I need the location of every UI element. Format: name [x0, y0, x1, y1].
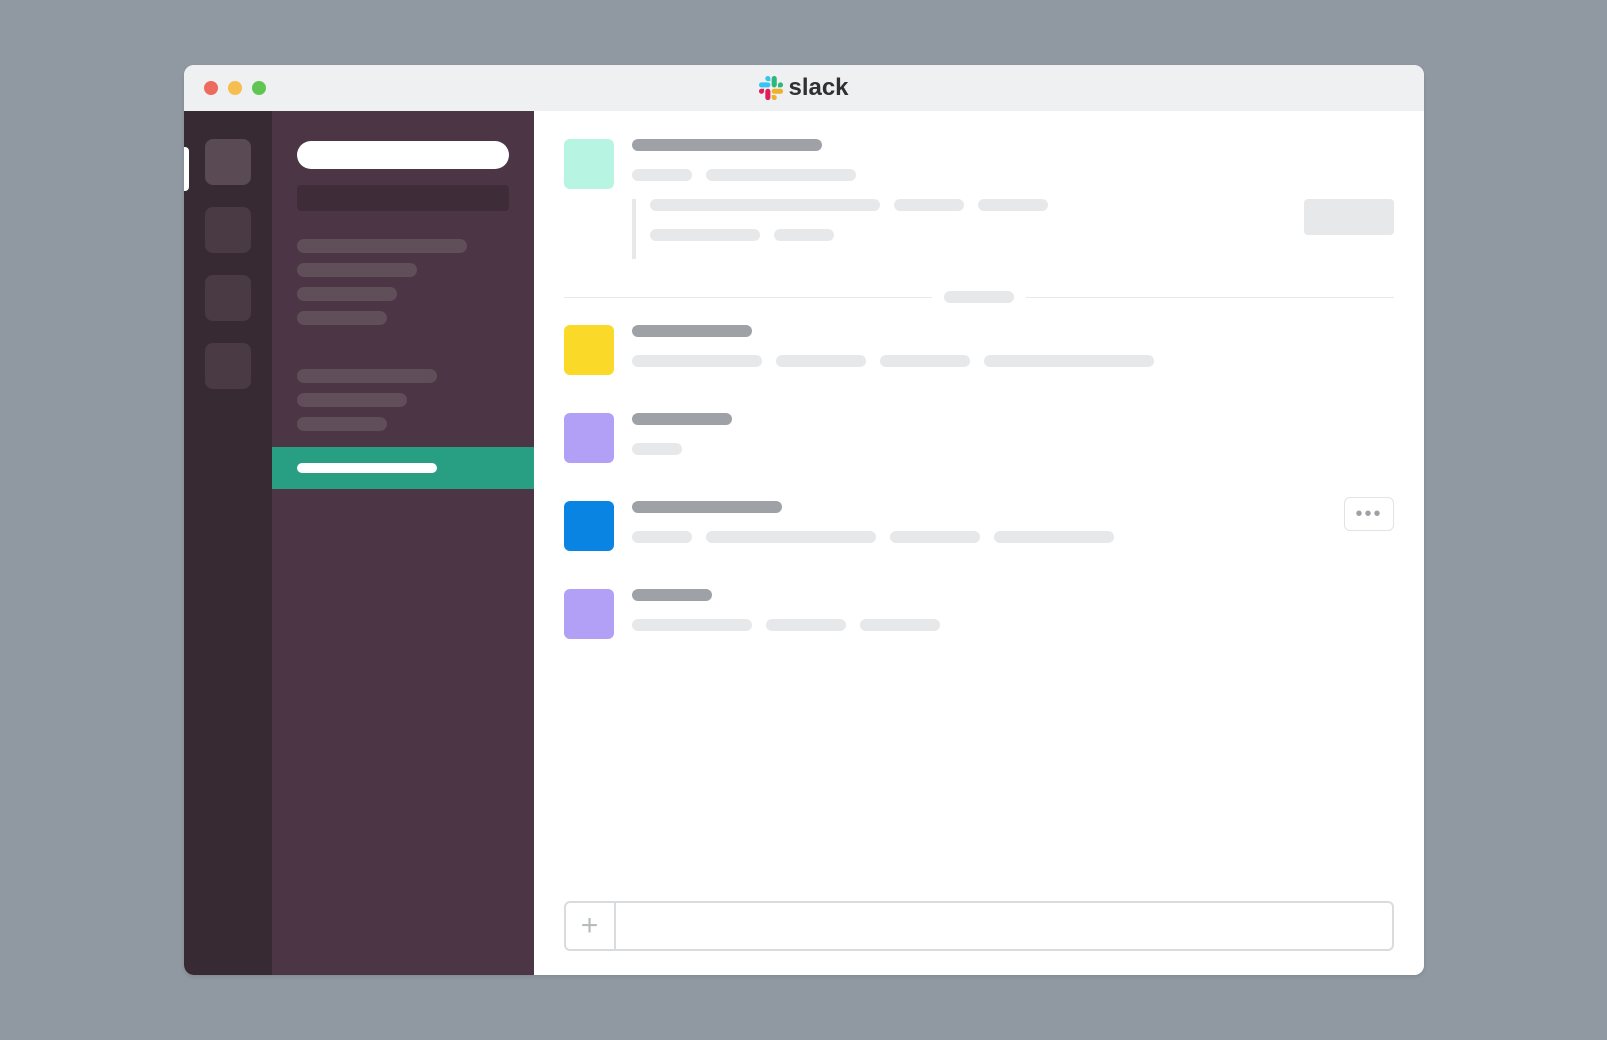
app-title-text: slack [788, 74, 848, 102]
channel-sidebar [272, 111, 534, 975]
app-body: ••• + [184, 111, 1424, 975]
message[interactable] [564, 589, 1394, 649]
message-text [632, 531, 692, 543]
date-divider [564, 287, 1394, 307]
avatar[interactable] [564, 589, 614, 639]
message-body [632, 413, 1394, 473]
message-composer: + [564, 901, 1394, 951]
titlebar: slack [184, 65, 1424, 111]
message[interactable] [564, 325, 1394, 385]
main-content: ••• + [534, 111, 1424, 975]
sidebar-search-input[interactable] [297, 141, 509, 169]
window-controls [204, 81, 266, 95]
workspace-rail [184, 111, 272, 975]
avatar[interactable] [564, 413, 614, 463]
composer-add-button[interactable]: + [566, 903, 616, 949]
composer-input[interactable] [616, 903, 1392, 949]
workspace-switch[interactable] [205, 207, 251, 253]
avatar[interactable] [564, 501, 614, 551]
message-text [890, 531, 980, 543]
message-text [978, 199, 1048, 211]
minimize-window-button[interactable] [228, 81, 242, 95]
message-text [774, 229, 834, 241]
message-body [632, 325, 1394, 385]
sidebar-item[interactable] [297, 417, 387, 431]
message-text [632, 619, 752, 631]
plus-icon: + [581, 909, 599, 943]
sidebar-header-row[interactable] [297, 185, 509, 211]
maximize-window-button[interactable] [252, 81, 266, 95]
sidebar-item[interactable] [297, 311, 387, 325]
message-actions-button[interactable]: ••• [1344, 497, 1393, 531]
message-text [632, 443, 682, 455]
message-text [632, 169, 692, 181]
message-author[interactable] [632, 501, 782, 513]
workspace-switch[interactable] [205, 139, 251, 185]
app-window: slack ••• + [184, 65, 1424, 975]
attachment-thumbnail[interactable] [1304, 199, 1394, 235]
sidebar-item-selected[interactable] [272, 447, 534, 489]
message-text [894, 199, 964, 211]
sidebar-item[interactable] [297, 263, 417, 277]
message-body [632, 139, 1394, 259]
avatar[interactable] [564, 325, 614, 375]
message[interactable] [564, 139, 1394, 259]
message-body [632, 501, 1394, 561]
sidebar-item[interactable] [297, 369, 437, 383]
message-text [632, 355, 762, 367]
message-body [632, 589, 1394, 649]
message-attachment [632, 199, 1394, 259]
sidebar-item-label [297, 463, 437, 473]
message[interactable]: ••• [564, 501, 1394, 561]
sidebar-item[interactable] [297, 393, 407, 407]
message-text [994, 531, 1114, 543]
message-author[interactable] [632, 589, 712, 601]
close-window-button[interactable] [204, 81, 218, 95]
message-text [776, 355, 866, 367]
message-author[interactable] [632, 325, 752, 337]
app-title: slack [758, 74, 848, 102]
message-text [650, 229, 760, 241]
sidebar-item[interactable] [297, 287, 397, 301]
message[interactable] [564, 413, 1394, 473]
message-text [706, 531, 876, 543]
message-text [880, 355, 970, 367]
sidebar-item[interactable] [297, 239, 467, 253]
message-text [860, 619, 940, 631]
slack-logo-icon [758, 76, 782, 100]
avatar[interactable] [564, 139, 614, 189]
message-author[interactable] [632, 413, 732, 425]
workspace-switch[interactable] [205, 275, 251, 321]
message-text [766, 619, 846, 631]
message-text [706, 169, 856, 181]
message-text [650, 199, 880, 211]
message-list[interactable]: ••• [534, 111, 1424, 901]
workspace-switch[interactable] [205, 343, 251, 389]
message-author[interactable] [632, 139, 822, 151]
message-text [984, 355, 1154, 367]
